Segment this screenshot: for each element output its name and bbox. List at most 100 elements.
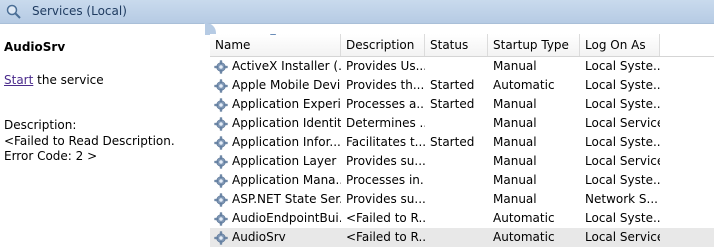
- service-description: Determines ...: [346, 116, 425, 130]
- service-status: [425, 152, 488, 171]
- service-description: Facilitates t...: [346, 135, 425, 149]
- gear-icon: [214, 97, 228, 112]
- service-name-cell: Application Experi...: [210, 95, 341, 114]
- service-name: AudioEndpointBui...: [232, 211, 341, 225]
- service-log-on-as: Local Service: [585, 154, 660, 168]
- service-name: Application Identity: [232, 116, 341, 130]
- service-row[interactable]: ActiveX Installer (... Provides Us... Manu…: [210, 57, 714, 76]
- service-row[interactable]: Application Experi... Processes a... Start…: [210, 95, 714, 114]
- service-status: Started: [430, 78, 475, 92]
- service-row[interactable]: Application Infor... Facilitates t... Star…: [210, 133, 714, 152]
- service-rows: ActiveX Installer (... Provides Us... Manu…: [210, 57, 714, 247]
- service-description: Processes a...: [346, 97, 425, 111]
- service-description: Provides su...: [346, 192, 425, 206]
- gear-icon: [214, 211, 228, 226]
- service-status: [425, 114, 488, 133]
- service-description: Provides th...: [346, 78, 425, 92]
- description-label: Description:: [4, 118, 77, 132]
- window-titlebar: Services (Local): [0, 0, 714, 24]
- service-startup-type: Automatic: [493, 230, 555, 244]
- service-startup-type: Manual: [493, 135, 537, 149]
- column-header-label: Description: [346, 38, 415, 52]
- magnifier-services-icon: [6, 4, 21, 19]
- service-status: Started: [430, 135, 475, 149]
- column-header-label: Startup Type: [493, 38, 569, 52]
- service-name: Application Experi...: [232, 97, 341, 111]
- service-name: ActiveX Installer (...: [232, 59, 341, 73]
- service-status: [425, 57, 488, 76]
- service-row[interactable]: AudioSrv <Failed to R... Automatic Local Se…: [210, 228, 714, 247]
- service-name-cell: ActiveX Installer (...: [210, 57, 341, 76]
- service-log-on-as: Local Syste...: [585, 59, 660, 73]
- column-header-startup-type[interactable]: Startup Type: [488, 34, 580, 56]
- service-log-on-as: Local Syste...: [585, 135, 660, 149]
- service-name-cell: AudioSrv: [210, 228, 341, 247]
- selected-service-name: AudioSrv: [4, 40, 66, 54]
- service-name-cell: AudioEndpointBui...: [210, 209, 341, 228]
- service-row[interactable]: Application Identity Determines ... Manual…: [210, 114, 714, 133]
- service-name-cell: Application Infor...: [210, 133, 341, 152]
- service-startup-type: Automatic: [493, 211, 555, 225]
- service-startup-type: Manual: [493, 116, 537, 130]
- service-log-on-as: Local Syste...: [585, 97, 660, 111]
- gear-icon: [214, 230, 228, 245]
- service-row[interactable]: ASP.NET State Ser... Provides su... Manual…: [210, 190, 714, 209]
- gear-icon: [214, 192, 228, 207]
- service-startup-type: Manual: [493, 59, 537, 73]
- service-name: AudioSrv: [232, 230, 286, 244]
- column-header-label: Status: [430, 38, 469, 52]
- services-list: ▲ Name Description Status Startup Type L…: [210, 24, 714, 249]
- service-description: Provides su...: [346, 154, 425, 168]
- service-log-on-as: Local Syste...: [585, 211, 660, 225]
- service-name-cell: Apple Mobile Devi...: [210, 76, 341, 95]
- column-header-row: ▲ Name Description Status Startup Type L…: [210, 34, 714, 57]
- service-name-cell: Application Identity: [210, 114, 341, 133]
- description-text: <Failed to Read Description. Error Code:…: [4, 134, 175, 163]
- service-row[interactable]: Apple Mobile Devi... Provides th... Starte…: [210, 76, 714, 95]
- service-name: Apple Mobile Devi...: [232, 78, 341, 92]
- gear-icon: [214, 78, 228, 93]
- service-name: Application Mana...: [232, 173, 341, 187]
- start-service-suffix: the service: [33, 73, 104, 87]
- start-service-line: Start the service: [4, 73, 104, 87]
- start-service-link[interactable]: Start: [4, 73, 33, 87]
- service-name: Application Layer ...: [232, 154, 341, 168]
- column-header-status[interactable]: Status: [425, 34, 488, 56]
- service-description: Processes in...: [346, 173, 425, 187]
- service-row[interactable]: Application Layer ... Provides su... Manua…: [210, 152, 714, 171]
- service-startup-type: Manual: [493, 154, 537, 168]
- gear-icon: [214, 173, 228, 188]
- window-title: Services (Local): [32, 4, 127, 18]
- service-log-on-as: Local Syste...: [585, 173, 660, 187]
- column-header-description[interactable]: Description: [341, 34, 425, 56]
- service-name-cell: Application Mana...: [210, 171, 341, 190]
- service-log-on-as: Local Syste...: [585, 78, 660, 92]
- gear-icon: [214, 135, 228, 150]
- gear-icon: [214, 154, 228, 169]
- service-name: ASP.NET State Ser...: [232, 192, 341, 206]
- service-name-cell: ASP.NET State Ser...: [210, 190, 341, 209]
- service-startup-type: Automatic: [493, 78, 555, 92]
- gear-icon: [214, 59, 228, 74]
- column-header-label: Log On As: [585, 38, 646, 52]
- service-startup-type: Manual: [493, 173, 537, 187]
- service-log-on-as: Local Service: [585, 230, 660, 244]
- service-description: <Failed to R...: [346, 211, 425, 225]
- service-name: Application Infor...: [232, 135, 341, 149]
- service-status: [425, 209, 488, 228]
- gear-icon: [214, 116, 228, 131]
- service-startup-type: Manual: [493, 97, 537, 111]
- column-header-log-on-as[interactable]: Log On As: [580, 34, 660, 56]
- service-log-on-as: Network S...: [585, 192, 658, 206]
- service-detail-panel: AudioSrv Start the service Description: …: [0, 24, 205, 249]
- service-row[interactable]: Application Mana... Processes in... Manual…: [210, 171, 714, 190]
- service-name-cell: Application Layer ...: [210, 152, 341, 171]
- service-status: [425, 228, 488, 247]
- column-header-name[interactable]: ▲ Name: [210, 34, 341, 56]
- sort-ascending-icon: ▲: [270, 34, 276, 38]
- service-row[interactable]: AudioEndpointBui... <Failed to R... Automa…: [210, 209, 714, 228]
- service-status: Started: [430, 97, 475, 111]
- service-status: [425, 190, 488, 209]
- service-startup-type: Manual: [493, 192, 537, 206]
- service-status: [425, 171, 488, 190]
